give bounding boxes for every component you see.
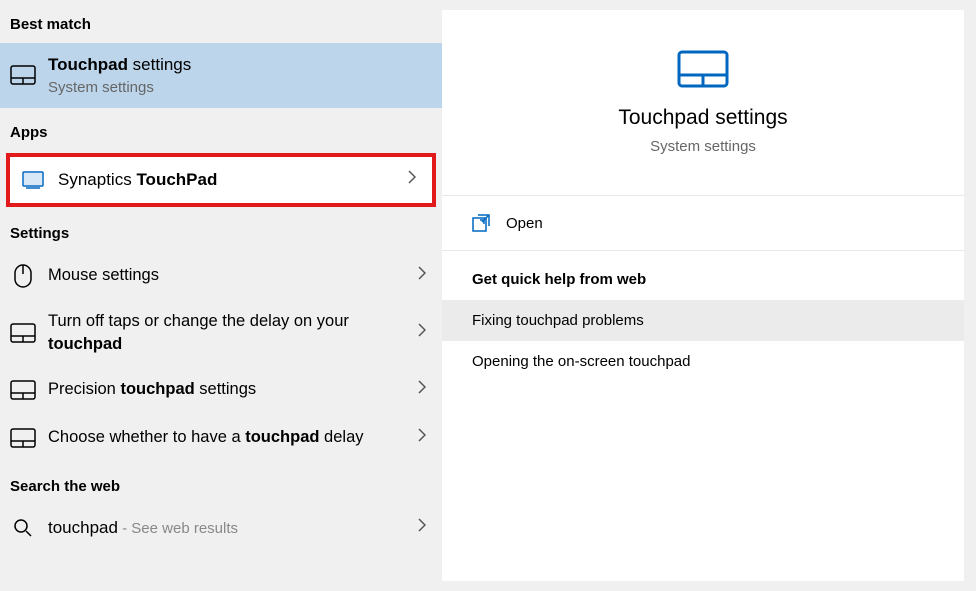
help-header: Get quick help from web (472, 271, 934, 288)
settings-mouse[interactable]: Mouse settings (0, 252, 442, 300)
section-search-web-header: Search the web (0, 462, 442, 505)
best-match-result[interactable]: Touchpad settings System settings (0, 43, 442, 108)
settings-precision-touchpad[interactable]: Precision touchpad settings (0, 366, 442, 414)
preview-subtitle: System settings (462, 138, 944, 155)
help-section: Get quick help from web Fixing touchpad … (442, 251, 964, 392)
section-settings-header: Settings (0, 209, 442, 252)
settings-touchpad-delay[interactable]: Choose whether to have a touchpad delay (0, 414, 442, 462)
preview-title: Touchpad settings (462, 106, 944, 130)
web-search-result[interactable]: touchpad - See web results (0, 505, 442, 551)
touchpad-icon (10, 377, 36, 403)
chevron-right-icon (412, 428, 432, 447)
best-match-text: Touchpad settings System settings (48, 53, 432, 98)
search-icon (10, 515, 36, 541)
section-apps-header: Apps (0, 108, 442, 151)
section-best-match-header: Best match (0, 0, 442, 43)
search-results-panel: Best match Touchpad settings System sett… (0, 0, 442, 591)
open-label: Open (506, 215, 543, 232)
app-synaptics-touchpad[interactable]: Synaptics TouchPad (6, 153, 436, 207)
help-onscreen-touchpad[interactable]: Opening the on-screen touchpad (442, 341, 964, 382)
chevron-right-icon (412, 380, 432, 399)
chevron-right-icon (412, 266, 432, 285)
settings-turn-off-taps[interactable]: Turn off taps or change the delay on you… (0, 300, 442, 366)
touchpad-icon (10, 320, 36, 346)
open-icon (472, 214, 490, 232)
chevron-right-icon (402, 170, 422, 189)
touchpad-icon (10, 62, 36, 88)
chevron-right-icon (412, 323, 432, 342)
touchpad-large-icon (677, 50, 729, 88)
preview-header: Touchpad settings System settings (442, 10, 964, 196)
preview-panel: Touchpad settings System settings Open G… (442, 10, 964, 581)
app-icon (20, 167, 46, 193)
touchpad-icon (10, 425, 36, 451)
help-fixing-touchpad[interactable]: Fixing touchpad problems (442, 300, 964, 341)
chevron-right-icon (412, 518, 432, 537)
open-action[interactable]: Open (442, 196, 964, 251)
mouse-icon (10, 263, 36, 289)
